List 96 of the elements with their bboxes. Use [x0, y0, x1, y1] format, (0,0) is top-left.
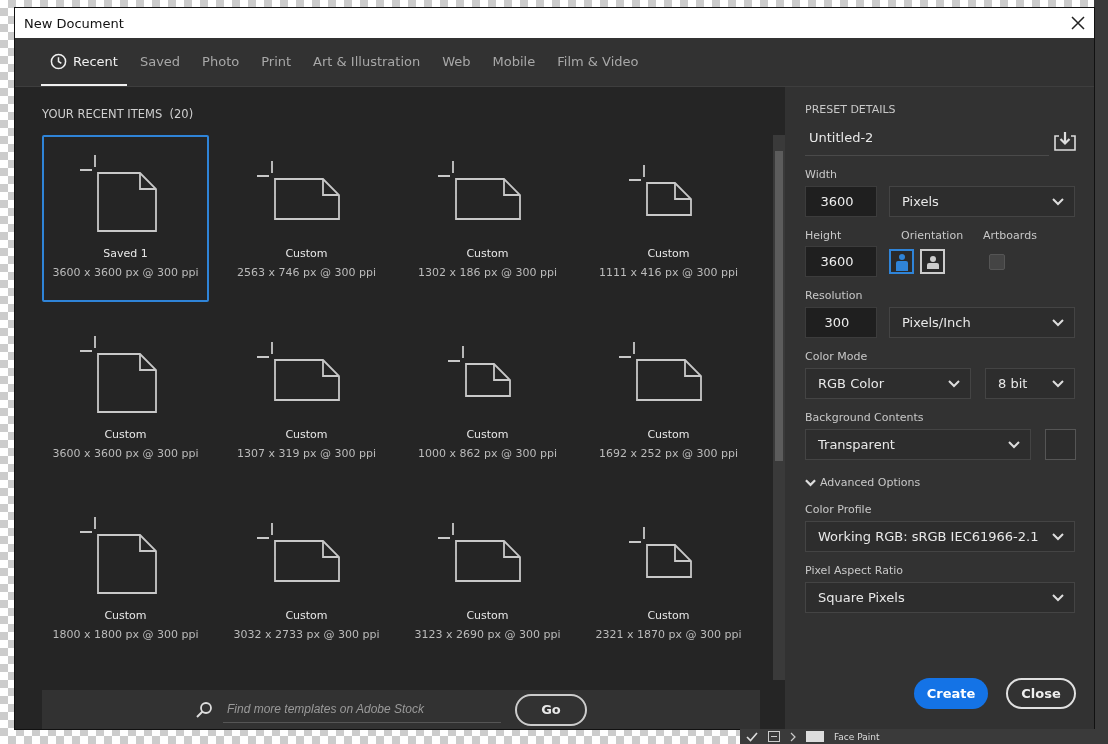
field-label: Resolution — [805, 289, 864, 302]
background-dropdown[interactable]: Transparent — [805, 429, 1031, 460]
check-icon — [746, 731, 758, 742]
recent-item[interactable]: Custom 1692 x 252 px @ 300 ppi — [585, 316, 752, 483]
tab[interactable]: Photo — [193, 38, 249, 86]
item-size: 2563 x 746 px @ 300 ppi — [237, 266, 376, 279]
item-size: 1692 x 252 px @ 300 ppi — [599, 447, 738, 460]
field-label: Orientation — [901, 229, 965, 242]
save-preset-icon[interactable] — [1054, 131, 1076, 151]
create-button[interactable]: Create — [914, 678, 988, 709]
clock-icon — [50, 52, 67, 70]
recent-item[interactable]: Custom 3600 x 3600 px @ 300 ppi — [42, 316, 209, 483]
tab[interactable]: Film & Video — [548, 38, 648, 86]
item-name: Saved 1 — [103, 247, 148, 260]
item-size: 1111 x 416 px @ 300 ppi — [599, 266, 738, 279]
chevron-down-icon — [1008, 440, 1020, 449]
color-swatch[interactable] — [1045, 429, 1076, 460]
item-name: Custom — [466, 609, 509, 622]
item-name: Custom — [285, 428, 328, 441]
height-field[interactable]: 3600 — [805, 246, 877, 277]
tab[interactable]: Mobile — [483, 38, 545, 86]
item-name: Custom — [104, 428, 147, 441]
close-icon[interactable] — [1071, 16, 1085, 30]
chevron-down-icon — [948, 379, 960, 388]
field-label: Artboards — [983, 229, 1037, 242]
color-mode-dropdown[interactable]: RGB Color — [805, 368, 971, 399]
advanced-options-toggle[interactable]: Advanced Options — [805, 476, 1076, 489]
tab[interactable]: Web — [433, 38, 480, 86]
recent-item[interactable]: Custom 3123 x 2690 px @ 300 ppi — [404, 497, 571, 664]
layer-name: Face Paint — [834, 731, 880, 742]
item-name: Custom — [285, 609, 328, 622]
field-label: Color Mode — [805, 350, 869, 363]
item-name: Custom — [285, 247, 328, 260]
recent-item[interactable]: Custom 1111 x 416 px @ 300 ppi — [585, 135, 752, 302]
chevron-down-icon — [1052, 197, 1064, 206]
portrait-button[interactable] — [889, 249, 914, 274]
field-label: Background Contents — [805, 411, 925, 424]
field-label: Pixel Aspect Ratio — [805, 564, 905, 577]
item-size: 2321 x 1870 px @ 300 ppi — [595, 628, 742, 641]
section-heading: PRESET DETAILS — [805, 103, 897, 116]
item-size: 3123 x 2690 px @ 300 ppi — [414, 628, 561, 641]
tab[interactable]: Art & Illustration — [304, 38, 430, 86]
recent-item[interactable]: Custom 1302 x 186 px @ 300 ppi — [404, 135, 571, 302]
item-size: 1302 x 186 px @ 300 ppi — [418, 266, 557, 279]
unit-dropdown[interactable]: Pixels — [889, 186, 1075, 217]
field-label: Width — [805, 168, 838, 181]
item-name: Custom — [647, 247, 690, 260]
unit-dropdown[interactable]: Pixels/Inch — [889, 307, 1075, 338]
tab[interactable]: Recent — [41, 38, 127, 86]
search-field[interactable]: Find more templates on Adobe Stock — [223, 696, 501, 723]
item-size: 3032 x 2733 px @ 300 ppi — [233, 628, 380, 641]
chevron-down-icon — [1052, 318, 1064, 327]
recent-item[interactable]: Custom 2321 x 1870 px @ 300 ppi — [585, 497, 752, 664]
item-size: 1000 x 862 px @ 300 ppi — [418, 447, 557, 460]
field-label: Height — [805, 229, 843, 242]
chevron-icon — [790, 731, 796, 742]
bit-depth-dropdown[interactable]: 8 bit — [985, 368, 1075, 399]
tab[interactable]: Print — [252, 38, 301, 86]
landscape-button[interactable] — [920, 249, 945, 274]
recent-item[interactable]: Custom 3032 x 2733 px @ 300 ppi — [223, 497, 390, 664]
close-button[interactable]: Close — [1006, 678, 1076, 709]
person-icon — [895, 252, 908, 271]
window-title: New Document — [24, 15, 124, 31]
color-profile-dropdown[interactable]: Working RGB: sRGB IEC61966-2.1 — [805, 521, 1075, 552]
recent-item[interactable]: Custom 2563 x 746 px @ 300 ppi — [223, 135, 390, 302]
item-name: Custom — [466, 247, 509, 260]
field-label: Color Profile — [805, 503, 873, 516]
item-size: 3600 x 3600 px @ 300 ppi — [52, 447, 199, 460]
resolution-field[interactable]: 300 — [805, 307, 877, 338]
item-name: Custom — [647, 609, 690, 622]
search-bar[interactable]: Find more templates on Adobe Stock Go — [42, 690, 760, 729]
search-icon — [195, 700, 213, 719]
item-name: Custom — [104, 609, 147, 622]
tab[interactable]: Saved — [130, 38, 190, 86]
chevron-down-icon — [1052, 379, 1064, 388]
recent-item[interactable]: Custom 1000 x 862 px @ 300 ppi — [404, 316, 571, 483]
artboards-checkbox[interactable] — [989, 253, 1005, 270]
item-name: Custom — [647, 428, 690, 441]
item-size: 3600 x 3600 px @ 300 ppi — [52, 266, 199, 279]
recent-item[interactable]: Saved 1 3600 x 3600 px @ 300 ppi — [42, 135, 209, 302]
chevron-down-icon — [1052, 593, 1064, 602]
chevron-down-icon — [805, 478, 816, 487]
preset-name-field[interactable]: Untitled-2 — [805, 126, 1049, 156]
chevron-down-icon — [1052, 532, 1064, 541]
width-field[interactable]: 3600 — [805, 186, 877, 217]
section-heading: YOUR RECENT ITEMS (20) — [42, 107, 195, 121]
go-button[interactable]: Go — [515, 693, 587, 726]
folder-icon — [806, 731, 824, 742]
recent-item[interactable]: Custom 1800 x 1800 px @ 300 ppi — [42, 497, 209, 664]
item-size: 1800 x 1800 px @ 300 ppi — [52, 628, 199, 641]
item-size: 1307 x 319 px @ 300 ppi — [237, 447, 376, 460]
panel-icon — [768, 731, 780, 742]
recent-item[interactable]: Custom 1307 x 319 px @ 300 ppi — [223, 316, 390, 483]
item-name: Custom — [466, 428, 509, 441]
pixel-aspect-dropdown[interactable]: Square Pixels — [805, 582, 1075, 613]
scrollbar[interactable] — [773, 135, 785, 680]
